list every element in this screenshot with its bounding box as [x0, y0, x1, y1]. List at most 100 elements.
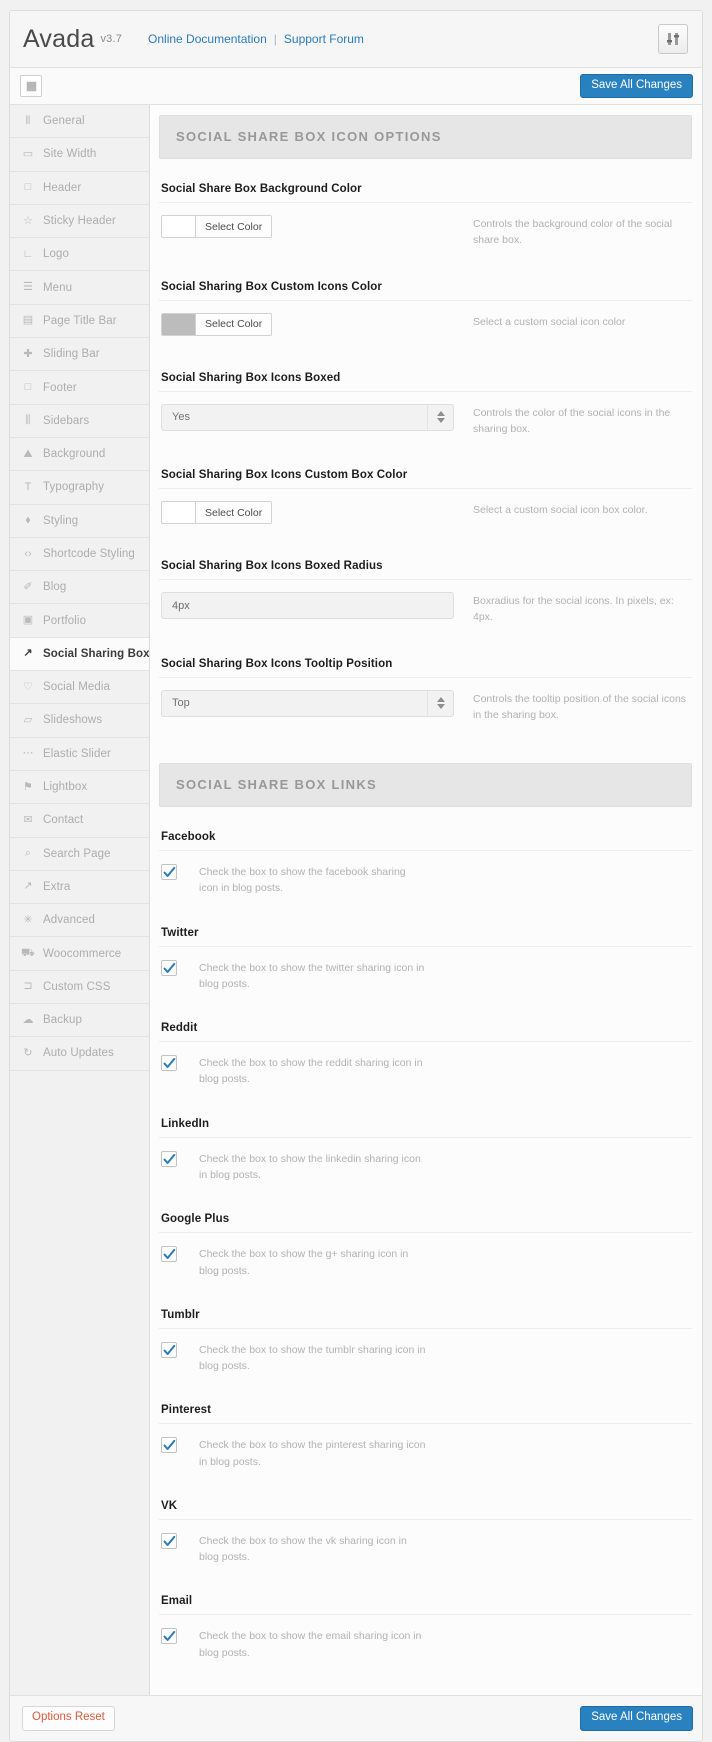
sidebar-item-custom-css[interactable]: ⊐ Custom CSS: [10, 971, 149, 1005]
link-option: Email Check the box to show the email sh…: [159, 1585, 692, 1681]
color-swatch[interactable]: [162, 216, 196, 237]
sidebar-item-label: Backup: [43, 1014, 82, 1027]
color-picker[interactable]: Select Color: [161, 215, 273, 238]
field-control: Select Color: [161, 312, 461, 340]
sidebar-item-general[interactable]: ⦀ General: [10, 105, 149, 139]
checkbox-pinterest[interactable]: [161, 1437, 177, 1454]
sidebar-item-elastic-slider[interactable]: ⋯ Elastic Slider: [10, 738, 149, 771]
field-control: Top: [161, 689, 461, 717]
sidebar-item-label: Sliding Bar: [43, 348, 100, 361]
collapse-panel-icon[interactable]: [20, 75, 42, 97]
sidebar-item-footer[interactable]: □ Footer: [10, 371, 149, 405]
checkbox-reddit[interactable]: [161, 1055, 177, 1072]
sidebar-item-lightbox[interactable]: ⚑ Lightbox: [10, 771, 149, 805]
app-footer: Options Reset Save All Changes: [10, 1694, 702, 1741]
checkbox-tumblr[interactable]: [161, 1341, 177, 1358]
image-icon: ⛰: [23, 447, 33, 460]
color-picker[interactable]: Select Color: [161, 312, 273, 336]
sidebar-item-page-title-bar[interactable]: ▤ Page Title Bar: [10, 305, 149, 339]
sidebar-item-label: Portfolio: [43, 614, 87, 627]
sidebar-item-styling[interactable]: ⬧ Styling: [10, 505, 149, 538]
sidebar-item-menu[interactable]: ☰ Menu: [10, 271, 149, 305]
sidebar-item-site-width[interactable]: ▭ Site Width: [10, 138, 149, 172]
footer-icon: □: [24, 381, 32, 394]
sidebar-item-contact[interactable]: ✉ Contact: [10, 804, 149, 838]
link-label: LinkedIn: [161, 1117, 210, 1130]
link-description: Check the box to show the email sharing …: [199, 1630, 422, 1659]
sidebar-item-label: Logo: [43, 248, 69, 261]
sidebar-item-portfolio[interactable]: ▣ Portfolio: [10, 604, 149, 638]
text-input[interactable]: [161, 592, 454, 620]
sidebar-item-header[interactable]: □ Header: [10, 172, 149, 205]
sidebar-item-sliding-bar[interactable]: ✚ Sliding Bar: [10, 338, 149, 372]
checkbox-google-plus[interactable]: [161, 1246, 177, 1263]
sidebar-item-extra[interactable]: ↗ Extra: [10, 871, 149, 905]
color-swatch[interactable]: [162, 502, 196, 524]
checkbox-email[interactable]: [161, 1628, 177, 1645]
link-option: Facebook Check the box to show the faceb…: [159, 821, 692, 917]
sidebar-item-label: Social Sharing Box: [43, 647, 149, 660]
sliders-icon[interactable]: [658, 24, 688, 54]
link-label: Tumblr: [161, 1308, 200, 1321]
sidebar-item-sticky-header[interactable]: ☆ Sticky Header: [10, 205, 149, 239]
sidebar-item-woocommerce[interactable]: ⛟ Woocommerce: [10, 937, 149, 971]
link-option: Pinterest Check the box to show the pint…: [159, 1394, 692, 1490]
link-row: Check the box to show the pinterest shar…: [159, 1423, 692, 1484]
dropdown-select[interactable]: Top: [161, 689, 454, 717]
save-all-changes-button-top[interactable]: Save All Changes: [580, 73, 693, 99]
dropdown-value: Top: [172, 697, 190, 710]
sidebar-item-logo[interactable]: ∟ Logo: [10, 238, 149, 272]
sidebar-item-social-media[interactable]: ♡ Social Media: [10, 671, 149, 705]
option-field: Social Sharing Box Icons Boxed Yes Contr…: [159, 362, 692, 460]
checkbox-facebook[interactable]: [161, 864, 177, 881]
hamburger-icon: ☰: [23, 281, 33, 294]
sidebar-item-blog[interactable]: ✐ Blog: [10, 571, 149, 605]
header-links: Online Documentation | Support Forum: [148, 32, 364, 46]
checkbox-linkedin[interactable]: [161, 1150, 177, 1167]
dropdown-select[interactable]: Yes: [161, 403, 454, 431]
save-all-changes-button-bottom[interactable]: Save All Changes: [580, 1706, 693, 1731]
portfolio-icon: ▣: [22, 614, 34, 627]
envelope-icon: ✉: [23, 813, 33, 826]
sidebar-item-slideshows[interactable]: ▱ Slideshows: [10, 704, 149, 738]
sidebar-item-label: Site Width: [43, 148, 97, 161]
dropdown-value: Yes: [172, 411, 190, 424]
checkbox-twitter[interactable]: [161, 959, 177, 976]
link-description: Check the box to show the vk sharing ico…: [199, 1534, 407, 1564]
field-label: Social Sharing Box Icons Boxed Radius: [161, 560, 383, 573]
sidebar-item-advanced[interactable]: ✳ Advanced: [10, 904, 149, 938]
sidebar-item-sidebars[interactable]: ⫼ Sidebars: [10, 405, 149, 438]
link-description: Check the box to show the facebook shari…: [199, 866, 406, 895]
color-swatch[interactable]: [162, 313, 196, 335]
sidebar-item-search-page[interactable]: ⌕ Search Page: [10, 838, 149, 871]
checkbox-vk[interactable]: [161, 1532, 177, 1549]
sidebar-item-backup[interactable]: ☁ Backup: [10, 1004, 149, 1038]
sidebar-item-label: Blog: [43, 581, 67, 594]
link-label: VK: [161, 1499, 178, 1512]
link-label: Pinterest: [161, 1404, 212, 1417]
link-description: Check the box to show the twitter sharin…: [199, 961, 425, 990]
online-documentation-link[interactable]: Online Documentation: [148, 32, 267, 46]
cart-icon: ⛟: [21, 947, 35, 960]
link-option: Reddit Check the box to show the reddit …: [159, 1012, 692, 1108]
sidebar-item-label: Lightbox: [43, 781, 88, 794]
link-row: Check the box to show the email sharing …: [159, 1614, 692, 1675]
link-row: Check the box to show the linkedin shari…: [159, 1136, 692, 1198]
field-row: Select Color Controls the background col…: [159, 202, 692, 265]
chevron-updown-icon[interactable]: [427, 690, 453, 716]
chevron-updown-icon[interactable]: [427, 404, 453, 430]
sidebar-item-label: Sticky Header: [43, 215, 116, 228]
support-forum-link[interactable]: Support Forum: [284, 32, 364, 46]
heart-icon: ♡: [23, 680, 33, 693]
sidebar-item-background[interactable]: ⛰ Background: [10, 438, 149, 472]
options-reset-button[interactable]: Options Reset: [22, 1706, 115, 1731]
pen-icon: ✐: [23, 580, 33, 593]
field-row: Boxradius for the social icons. In pixel…: [159, 579, 692, 642]
plus-icon: ✚: [23, 347, 33, 360]
color-picker[interactable]: Select Color: [161, 501, 273, 525]
sidebar-item-social-sharing-box[interactable]: ↗ Social Sharing Box: [10, 637, 149, 672]
sidebar-item-typography[interactable]: T Typography: [10, 471, 149, 505]
sidebar-item-shortcode-styling[interactable]: ‹› Shortcode Styling: [10, 538, 149, 572]
sidebar-item-auto-updates[interactable]: ↻ Auto Updates: [10, 1037, 149, 1071]
external-link-icon: ↗: [23, 880, 33, 893]
